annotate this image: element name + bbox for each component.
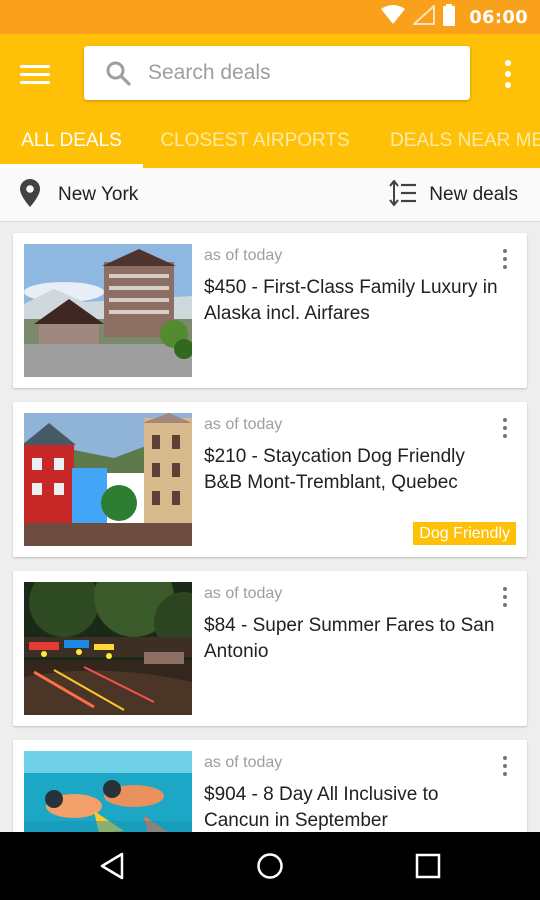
tab-deals-near-me[interactable]: DEALS NEAR ME — [382, 114, 540, 168]
deal-date: as of today — [204, 416, 283, 433]
deal-tag-badge: Dog Friendly — [413, 522, 516, 545]
sort-selector[interactable]: New deals — [389, 168, 518, 222]
location-label: New York — [58, 184, 139, 205]
deal-title: $904 - 8 Day All Inclusive to Cancun in … — [204, 784, 439, 831]
more-vert-icon[interactable] — [497, 583, 513, 611]
location-pin-icon — [20, 179, 40, 211]
tab-closest-airports[interactable]: CLOSEST AIRPORTS — [143, 114, 367, 168]
home-icon[interactable] — [250, 846, 290, 886]
hamburger-menu-icon[interactable] — [20, 58, 60, 90]
location-selector[interactable]: New York — [20, 168, 138, 222]
back-icon[interactable] — [92, 846, 132, 886]
deal-image-cancun-snorkel — [24, 751, 192, 832]
search-bar[interactable] — [84, 46, 470, 100]
deal-card[interactable]: as of today $210 - Staycation Dog Friend… — [13, 402, 527, 557]
sort-icon — [389, 179, 417, 210]
filter-bar: New York New deals — [0, 168, 540, 222]
deal-image-san-antonio — [24, 582, 192, 715]
tab-all-deals[interactable]: ALL DEALS — [0, 114, 143, 168]
tab-bar: ALL DEALS CLOSEST AIRPORTS DEALS NEAR ME — [0, 114, 540, 168]
more-vert-icon[interactable] — [497, 245, 513, 273]
more-vert-icon[interactable] — [496, 56, 520, 92]
deal-date: as of today — [204, 585, 283, 602]
recents-icon[interactable] — [408, 846, 448, 886]
deal-title: $84 - Super Summer Fares to San Antonio — [204, 615, 495, 662]
more-vert-icon[interactable] — [497, 414, 513, 442]
deal-card[interactable]: as of today $904 - 8 Day All Inclusive t… — [13, 740, 527, 832]
search-icon — [100, 55, 136, 91]
more-vert-icon[interactable] — [497, 752, 513, 780]
deal-date: as of today — [204, 754, 283, 771]
deals-list[interactable]: as of today $450 - First-Class Family Lu… — [0, 222, 540, 832]
signal-icon — [411, 3, 436, 29]
deal-image-alaska-lodge — [24, 244, 192, 377]
search-input[interactable] — [148, 61, 448, 85]
deal-card[interactable]: as of today $450 - First-Class Family Lu… — [13, 233, 527, 388]
battery-icon — [443, 4, 456, 30]
navigation-bar — [0, 832, 540, 900]
deal-image-mont-tremblant — [24, 413, 192, 546]
status-bar: 06:00 — [0, 0, 540, 34]
sort-label: New deals — [429, 184, 518, 205]
deal-date: as of today — [204, 247, 283, 264]
wifi-icon — [381, 5, 406, 29]
deal-card[interactable]: as of today $84 - Super Summer Fares to … — [13, 571, 527, 726]
clock: 06:00 — [469, 6, 528, 28]
app-bar: ALL DEALS CLOSEST AIRPORTS DEALS NEAR ME — [0, 34, 540, 168]
deal-title: $210 - Staycation Dog Friendly B&B Mont-… — [204, 446, 465, 493]
deal-title: $450 - First-Class Family Luxury in Alas… — [204, 277, 498, 324]
